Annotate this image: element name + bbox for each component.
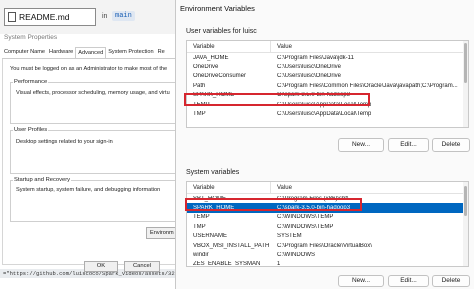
spark-home-system-highlight [185,198,362,211]
system-variable-row[interactable]: TEMP C:\WINDOWS\TEMP [187,213,468,222]
file-icon [8,12,16,22]
performance-text: Visual effects, processor scheduling, me… [16,90,170,96]
column-variable[interactable]: Variable [187,182,271,193]
variable-value: C:\Program Files\Common Files\Oracle\Jav… [277,82,458,89]
tab-advanced[interactable]: Advanced [75,47,107,58]
variable-value: C:\WINDOWS [277,252,315,259]
variable-name: TEMP [193,214,210,221]
variable-value: C:\Program Files\Oracle\VirtualBox\ [277,242,372,249]
tab-system-protection[interactable]: System Protection [106,47,155,58]
system-variables-label: System variables [186,169,240,176]
user-new-button[interactable]: New... [338,138,384,152]
system-properties-ok-button[interactable]: OK [84,261,118,272]
variable-name: TMP [193,111,206,118]
user-delete-button[interactable]: Delete [432,138,470,152]
variable-value: C:\WINDOWS\TEMP [277,223,334,230]
variable-value: 1 [277,261,281,267]
system-properties-title: System Properties [4,34,58,41]
user-table-header: Variable Value [187,41,468,53]
performance-label: Performance [13,79,49,85]
environment-variables-dialog: Environment Variables User variables for… [175,0,474,289]
system-variable-row[interactable]: USERNAME SYSTEM [187,232,468,241]
file-tab-label: README.md [19,12,70,22]
variable-value: C:\Users\luisc\OneDrive [277,73,342,80]
user-variable-row[interactable]: Path C:\Program Files\Common Files\Oracle… [187,81,468,90]
variable-value: C:\Program Files\Java\jdk-11 [277,54,354,61]
tab-hardware[interactable]: Hardware [47,47,75,58]
system-variables-table[interactable]: Variable Value SBT_HOME C:\Program Files … [186,181,469,267]
file-tab[interactable]: README.md [4,8,96,26]
dialog-title: Environment Variables [180,4,255,13]
variable-name: USERNAME [193,233,228,240]
user-variable-row[interactable]: OneDrive C:\Users\luisc\OneDrive [187,62,468,71]
system-delete-button[interactable]: Delete [432,275,470,287]
system-properties-tabs: Computer Name Hardware Advanced System P… [2,47,178,59]
variable-value: C:\Users\luisc\OneDrive [277,64,342,71]
user-variable-row[interactable]: JAVA_HOME C:\Program Files\Java\jdk-11 [187,53,468,62]
user-profiles-text: Desktop settings related to your sign-in [16,139,113,145]
system-variable-row[interactable]: ZES_ENABLE_SYSMAN 1 [187,260,468,267]
branch-badge[interactable]: main [112,11,135,21]
variable-name: OneDriveConsumer [193,73,247,80]
performance-group [10,82,178,124]
admin-note: You must be logged on as an Administrato… [10,66,168,72]
variable-value: SYSTEM [277,233,302,240]
variable-name: Path [193,82,206,89]
user-variables-label: User variables for luisc [186,28,257,35]
variable-name: ZES_ENABLE_SYSMAN [193,261,261,267]
startup-recovery-text: System startup, system failure, and debu… [16,187,161,193]
variable-name: windir [193,252,209,259]
in-label: in [102,13,108,20]
system-variable-row[interactable]: VBOX_MSI_INSTALL_PATH C:\Program Files\Or… [187,241,468,250]
system-table-scrollbar[interactable] [463,182,468,266]
system-table-header: Variable Value [187,182,468,194]
variable-value: C:\WINDOWS\TEMP [277,214,334,221]
column-value[interactable]: Value [271,182,296,193]
spark-home-user-highlight [184,93,370,106]
variable-name: JAVA_HOME [193,54,229,61]
system-properties-cancel-button[interactable]: Cancel [124,261,160,272]
system-edit-button[interactable]: Edit... [388,275,429,287]
user-variables-table[interactable]: Variable Value JAVA_HOME C:\Program Files… [186,40,469,128]
tab-remote[interactable]: Re [156,47,167,58]
tab-computer-name[interactable]: Computer Name [2,47,47,58]
variable-value: C:\Users\luisc\AppData\Local\Temp [277,111,372,118]
startup-recovery-label: Startup and Recovery [13,177,72,183]
variable-name: VBOX_MSI_INSTALL_PATH [193,242,270,249]
user-profiles-label: User Profiles [13,127,49,133]
user-edit-button[interactable]: Edit... [388,138,429,152]
variable-name: TMP [193,223,206,230]
variable-name: OneDrive [193,64,219,71]
user-table-scrollbar[interactable] [463,41,468,127]
user-variable-row[interactable]: OneDriveConsumer C:\Users\luisc\OneDrive [187,72,468,81]
system-new-button[interactable]: New... [338,275,384,287]
system-variable-row[interactable]: TMP C:\WINDOWS\TEMP [187,222,468,231]
user-variable-row[interactable]: TMP C:\Users\luisc\AppData\Local\Temp [187,109,468,118]
column-value[interactable]: Value [271,41,296,52]
column-variable[interactable]: Variable [187,41,271,52]
user-profiles-group [10,130,178,174]
system-variable-row[interactable]: windir C:\WINDOWS [187,250,468,259]
